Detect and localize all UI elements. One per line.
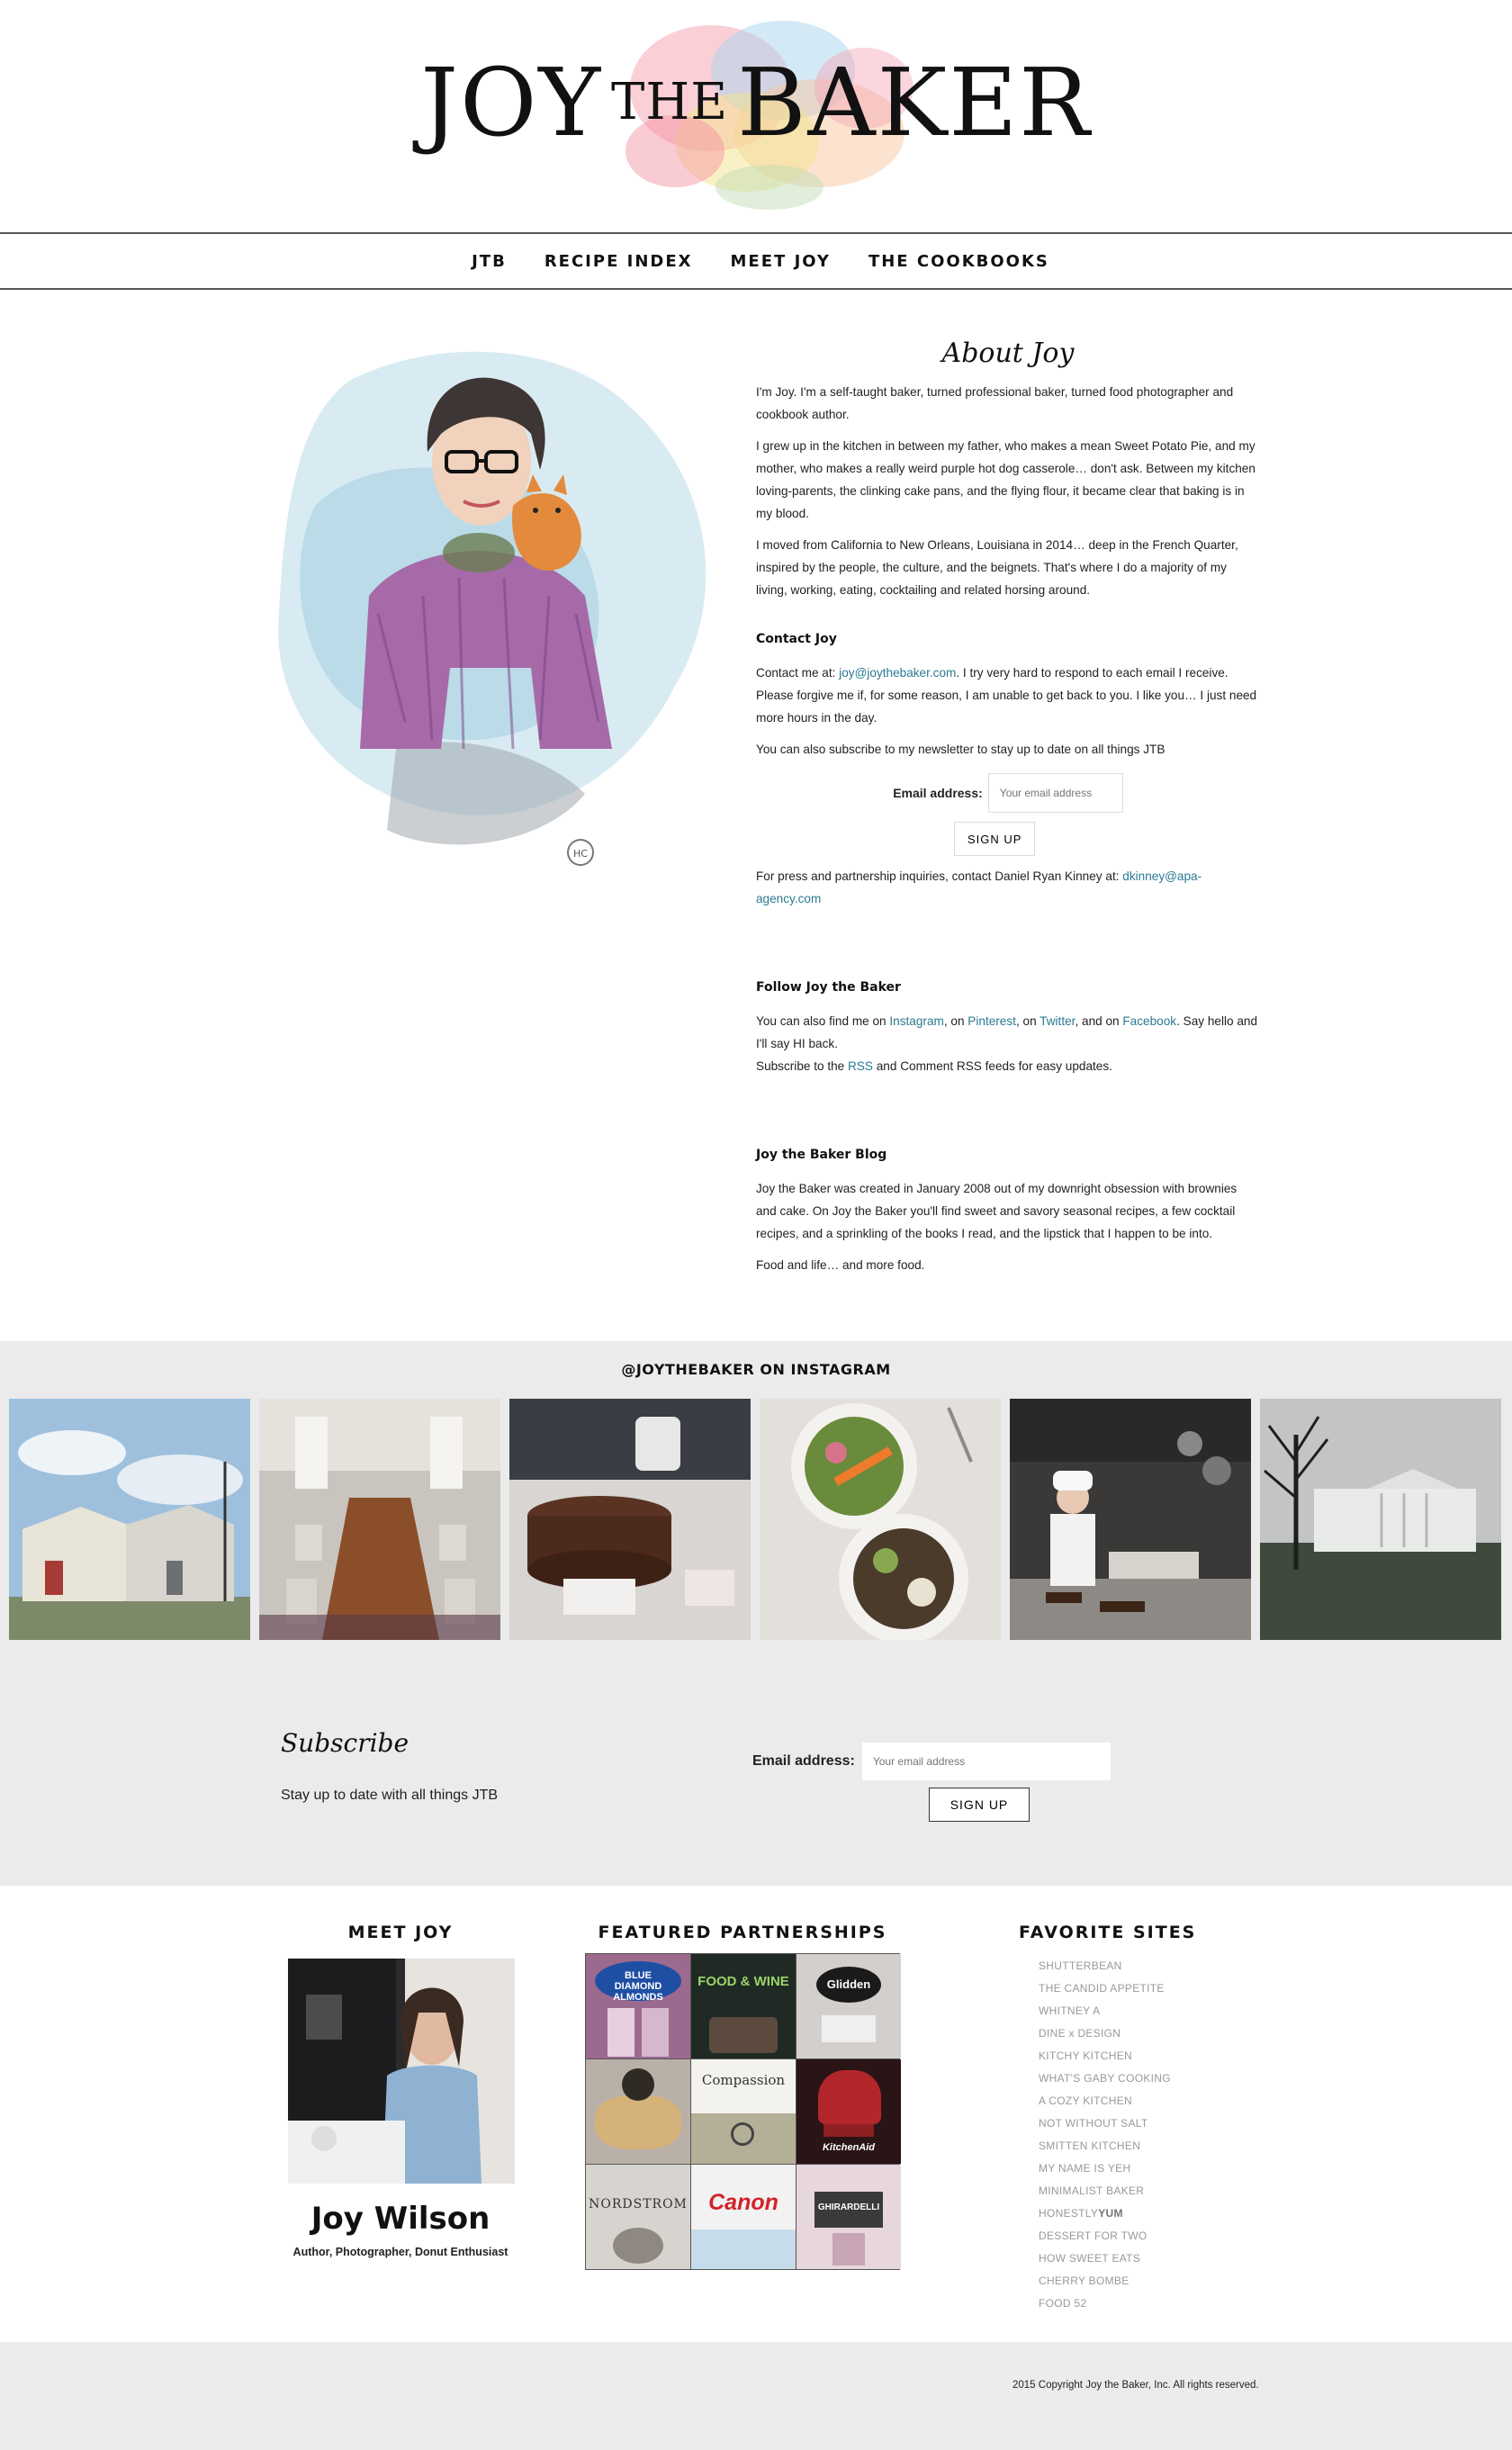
logo-joy: JOY (420, 48, 603, 158)
about-paragraph-3: I moved from California to New Orleans, … (756, 538, 1238, 597)
about-paragraph-2: I grew up in the kitchen in between my f… (756, 439, 1256, 520)
main-nav: JTB RECIPE INDEX MEET JOY THE COOKBOOKS (0, 232, 1512, 290)
press-paragraph: For press and partnership inquiries, con… (756, 869, 1202, 905)
about-paragraph-1: I'm Joy. I'm a self-taught baker, turned… (756, 385, 1234, 421)
joy-name: Joy Wilson (310, 2201, 490, 2237)
about-content: About Joy I'm Joy. I'm a self-taught bak… (756, 338, 1260, 1285)
rss-paragraph: Subscribe to the RSS and Comment RSS fee… (756, 1059, 1112, 1073)
blog-heading: Joy the Baker Blog (756, 1148, 887, 1162)
site-link[interactable]: MINIMALIST BAKER (1039, 2180, 1235, 2202)
site-link[interactable]: SMITTEN KITCHEN (1039, 2135, 1235, 2157)
site-link[interactable]: DINE x DESIGN (1039, 2022, 1235, 2045)
instagram-photo-dining-room[interactable] (259, 1399, 500, 1640)
instagram-photo-houses[interactable] (9, 1399, 250, 1640)
nav-jtb[interactable]: JTB (472, 252, 507, 271)
follow-paragraph: You can also find me on Instagram, on Pi… (756, 1014, 1258, 1050)
instagram-photo-chef[interactable] (1010, 1399, 1251, 1640)
subscribe-title: Subscribe (281, 1728, 410, 1758)
partnerships-title: FEATURED PARTNERSHIPS (598, 1923, 887, 1942)
nav-meet-joy[interactable]: MEET JOY (731, 252, 831, 271)
partner-canon[interactable]: Canon (691, 2165, 796, 2269)
copyright-text: 2015 Copyright Joy the Baker, Inc. All r… (1012, 2380, 1259, 2391)
twitter-link[interactable]: Twitter (1040, 1014, 1075, 1028)
partner-food-wine[interactable]: FOOD & WINE (691, 1954, 796, 2058)
partner-nordstrom[interactable]: NORDSTROM (586, 2165, 690, 2269)
instagram-photo-salad-bowls[interactable] (760, 1399, 1001, 1640)
site-link[interactable]: A COZY KITCHEN (1039, 2090, 1235, 2112)
site-logo[interactable]: JOY THEBAKER (0, 56, 1512, 149)
site-link[interactable]: WHITNEY A (1039, 2000, 1235, 2022)
site-link[interactable]: WHAT'S GABY COOKING (1039, 2067, 1235, 2090)
site-link[interactable]: NOT WITHOUT SALT (1039, 2112, 1235, 2135)
logo-baker: BAKER (737, 48, 1092, 158)
site-link[interactable]: HOW SWEET EATS (1039, 2247, 1235, 2270)
follow-heading: Follow Joy the Baker (756, 980, 901, 995)
email-label: Email address: (893, 785, 983, 800)
partner-blue-diamond[interactable]: BLUE DIAMOND ALMONDS (586, 1954, 690, 2058)
instagram-title: @JOYTHEBAKER ON INSTAGRAM (621, 1361, 891, 1378)
partner-pie-photo[interactable] (586, 2059, 690, 2164)
partner-kitchenaid[interactable]: KitchenAid (796, 2059, 901, 2164)
svg-text:HC: HC (573, 848, 588, 860)
newsletter-text: You can also subscribe to my newsletter … (756, 743, 1166, 756)
instagram-section: @JOYTHEBAKER ON INSTAGRAM Subscribe Stay… (0, 1341, 1512, 1886)
about-title: About Joy (941, 338, 1075, 369)
subscribe-email-input[interactable] (861, 1743, 1111, 1780)
subscribe-email-label: Email address: (752, 1753, 855, 1769)
nav-the-cookbooks[interactable]: THE COOKBOOKS (868, 252, 1049, 271)
site-header: JOY THEBAKER (0, 0, 1512, 232)
instagram-feed (9, 1399, 1501, 1640)
featured-partnerships-widget: FEATURED PARTNERSHIPS BLUE DIAMOND ALMON… (585, 1923, 901, 2270)
subscribe-form: Email address: (752, 1743, 1111, 1780)
site-footer: 2015 Copyright Joy the Baker, Inc. All r… (0, 2342, 1512, 2450)
facebook-link[interactable]: Facebook (1122, 1014, 1176, 1028)
rss-link[interactable]: RSS (848, 1059, 873, 1073)
favorite-sites-title: FAVORITE SITES (1019, 1923, 1197, 1942)
site-link[interactable]: SHUTTERBEAN (1039, 1955, 1235, 1977)
site-link[interactable]: FOOD 52 (1039, 2292, 1235, 2315)
nav-recipe-index[interactable]: RECIPE INDEX (544, 252, 693, 271)
pinterest-link[interactable]: Pinterest (968, 1014, 1016, 1028)
subscribe-signup-button[interactable]: SIGN UP (929, 1788, 1030, 1822)
blog-paragraph-2: Food and life… and more food. (756, 1258, 925, 1272)
newsletter-form: Email address: (756, 773, 1260, 813)
blog-paragraph-1: Joy the Baker was created in January 200… (756, 1182, 1238, 1240)
site-link[interactable]: THE CANDID APPETITE (1039, 1977, 1235, 2000)
instagram-photo-chocolate-cake[interactable] (509, 1399, 751, 1640)
newsletter-signup-button[interactable]: SIGN UP (954, 822, 1036, 856)
instagram-link[interactable]: Instagram (889, 1014, 943, 1028)
site-link[interactable]: MY NAME IS YEH (1039, 2157, 1235, 2180)
joy-tagline: Author, Photographer, Donut Enthusiast (292, 2246, 508, 2258)
joy-photo[interactable] (288, 1959, 515, 2184)
partnerships-grid: BLUE DIAMOND ALMONDS FOOD & WINE Glidden… (585, 1953, 901, 2270)
partner-compassion[interactable]: Compassion (691, 2059, 796, 2164)
newsletter-email-input[interactable] (987, 773, 1123, 813)
favorite-sites-list: SHUTTERBEAN THE CANDID APPETITE WHITNEY … (1019, 1955, 1235, 2315)
footer-widgets: MEET JOY Joy Wilson Author, Photographer… (0, 1923, 1512, 2337)
meet-joy-title: MEET JOY (347, 1923, 454, 1942)
site-link-honestlyyum[interactable]: HONESTLYYUM (1039, 2202, 1235, 2225)
site-link[interactable]: DESSERT FOR TWO (1039, 2225, 1235, 2247)
instagram-photo-white-house[interactable] (1260, 1399, 1501, 1640)
partner-ghirardelli[interactable]: GHIRARDELLI (796, 2165, 901, 2269)
site-link[interactable]: CHERRY BOMBE (1039, 2270, 1235, 2292)
joy-portrait-illustration: HC (278, 351, 706, 866)
contact-email-link[interactable]: joy@joythebaker.com (839, 666, 956, 680)
logo-the: THE (611, 73, 729, 131)
partner-glidden[interactable]: Glidden (796, 1954, 901, 2058)
contact-paragraph: Contact me at: joy@joythebaker.com. I tr… (756, 666, 1257, 725)
favorite-sites-widget: FAVORITE SITES SHUTTERBEAN THE CANDID AP… (1019, 1923, 1235, 2315)
site-link[interactable]: KITCHY KITCHEN (1039, 2045, 1235, 2067)
contact-heading: Contact Joy (756, 632, 837, 646)
subscribe-text: Stay up to date with all things JTB (281, 1788, 499, 1803)
meet-joy-widget: MEET JOY Joy Wilson Author, Photographer… (288, 1923, 515, 2258)
